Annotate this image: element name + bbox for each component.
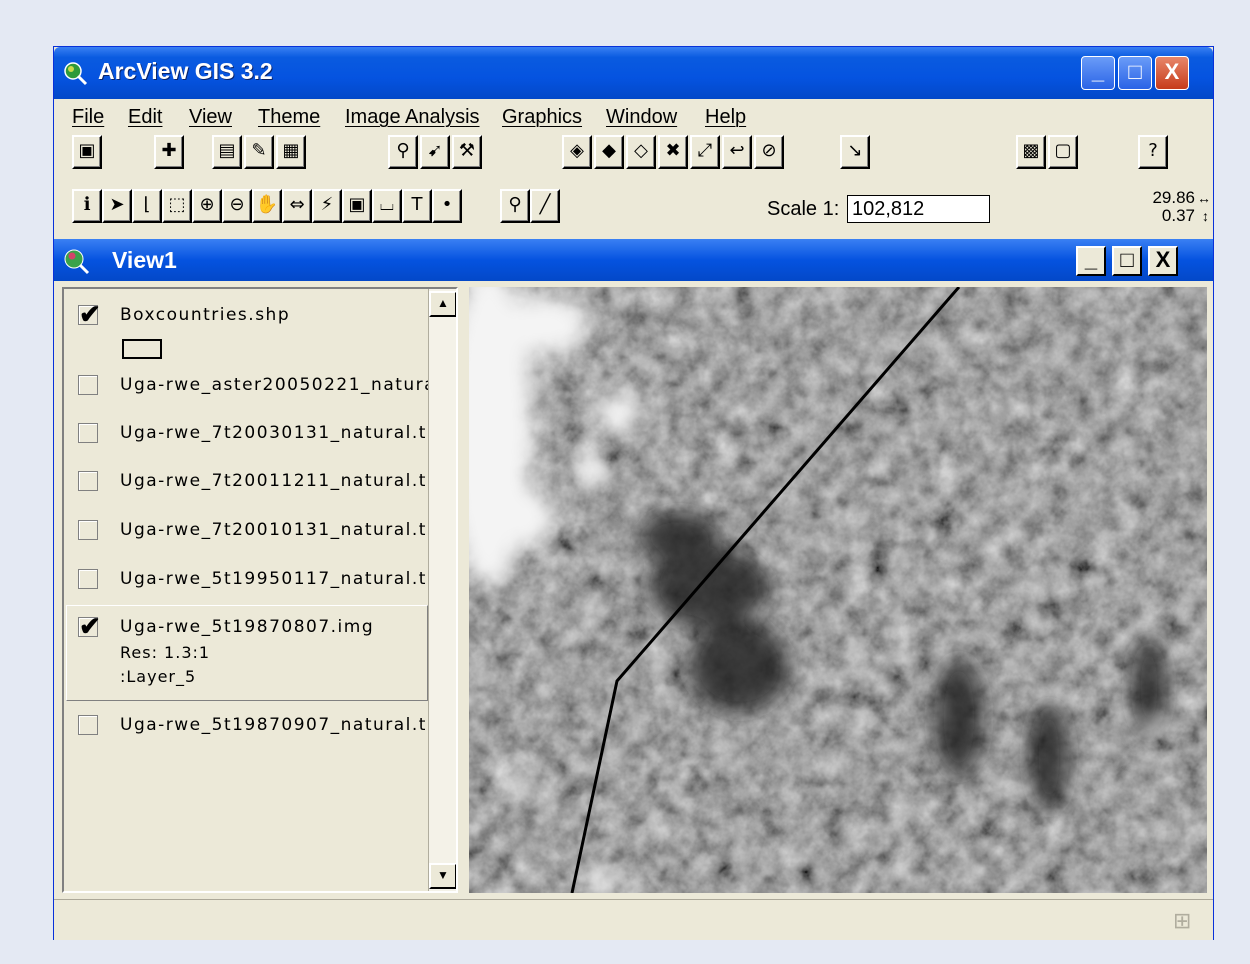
status-bar: ⊞	[54, 899, 1213, 940]
select-features-icon[interactable]: ▩	[1016, 135, 1046, 169]
layer-checkbox[interactable]: ✔	[78, 301, 101, 327]
view-globe-icon	[64, 249, 90, 275]
horizontal-arrow-icon: ↔	[1197, 190, 1211, 206]
help-arrow-icon[interactable]: ↘	[840, 135, 870, 169]
zoom-previous-icon[interactable]: ↩	[722, 135, 752, 169]
draw-point-icon[interactable]: •	[432, 189, 462, 223]
layer-resolution: Res: 1.3:1	[120, 643, 211, 662]
layer-name: Uga-rwe_5t19870907_natural.tif	[120, 715, 441, 735]
layer-name: Uga-rwe_5t19870807.img	[120, 617, 375, 637]
zoom-out-icon[interactable]: ⊖	[222, 189, 252, 223]
zoom-in-fixed-icon[interactable]: ✖	[658, 135, 688, 169]
layer-checkbox[interactable]	[78, 471, 98, 491]
select-graphics-icon[interactable]: ▢	[1048, 135, 1078, 169]
measure-icon[interactable]: ⇔	[282, 189, 312, 223]
layer-name: Uga-rwe_7t20010131_natural.tif	[120, 520, 441, 540]
scroll-down-arrow-icon[interactable]: ▼	[429, 863, 456, 889]
arcview-window: ArcView GIS 3.2 _ □ X File Edit View The…	[53, 46, 1214, 940]
map-display[interactable]	[469, 287, 1207, 893]
vertex-edit-icon[interactable]: ⌊	[132, 189, 162, 223]
x-coordinate: 29.86 ↔	[1152, 188, 1211, 207]
vertical-arrow-icon: ↕	[1202, 208, 1209, 224]
resize-grip-icon[interactable]: ⊞	[1173, 908, 1201, 936]
close-button[interactable]: X	[1155, 56, 1189, 90]
layer-name: Uga-rwe_5t19950117_natural.tif	[120, 569, 441, 589]
layer-checkbox[interactable]	[78, 375, 98, 395]
scale-label: Scale 1:	[767, 198, 840, 220]
pointer-icon[interactable]: ➤	[102, 189, 132, 223]
label-icon[interactable]: ⌴	[372, 189, 402, 223]
menu-theme[interactable]: Theme	[258, 106, 320, 129]
table-of-contents: ✔ Boxcountries.shp Uga-rwe_aster20050221…	[62, 287, 458, 893]
save-icon[interactable]: ▣	[72, 135, 102, 169]
theme-properties-icon[interactable]: ▤	[212, 135, 242, 169]
menu-window[interactable]: Window	[606, 106, 677, 129]
layer-checkbox[interactable]	[78, 520, 98, 540]
zoom-to-full-extent-icon[interactable]: ◈	[562, 135, 592, 169]
menu-image-analysis[interactable]: Image Analysis	[345, 106, 480, 129]
tool-bar: ℹ ➤ ⌊ ⬚ ⊕ ⊖ ✋ ⇔ ⚡ ▣ ⌴ T • ⚲ ╱	[54, 189, 1213, 233]
view-minimize-button[interactable]: _	[1076, 246, 1106, 276]
view-title: View1	[112, 247, 177, 273]
locate-address-icon[interactable]: ➹	[420, 135, 450, 169]
zoom-to-selected-icon[interactable]: ◇	[626, 135, 656, 169]
layer-band: :Layer_5	[120, 667, 197, 686]
layer-name: Uga-rwe_7t20030131_natural.tif	[120, 423, 441, 443]
polygon-legend-symbol	[122, 339, 162, 359]
scale-input[interactable]: 102,812	[847, 195, 990, 223]
text-tool-icon[interactable]: T	[402, 189, 432, 223]
draw-line-icon[interactable]: ╱	[530, 189, 560, 223]
maximize-button[interactable]: □	[1118, 56, 1152, 90]
layer-name: Uga-rwe_aster20050221_natura	[120, 375, 437, 395]
help-icon[interactable]: ?	[1138, 135, 1168, 169]
area-of-interest-icon[interactable]: ▣	[342, 189, 372, 223]
arcview-globe-icon	[64, 62, 88, 86]
menu-file[interactable]: File	[72, 106, 104, 129]
zoom-in-icon[interactable]: ⊕	[192, 189, 222, 223]
button-bar: ▣ ✚ ▤ ✎ ▦ ⚲ ➹ ⚒ ◈ ◆ ◇ ✖ ⤢ ↩ ⊘ ↘ ▩ ▢ ?	[54, 135, 1213, 179]
edit-legend-icon[interactable]: ✎	[244, 135, 274, 169]
layer-checkbox[interactable]	[78, 569, 98, 589]
view-title-bar[interactable]: View1 _ □ X	[54, 239, 1213, 281]
scroll-up-arrow-icon[interactable]: ▲	[429, 291, 456, 317]
view-maximize-button[interactable]: □	[1112, 246, 1142, 276]
hotlink-icon[interactable]: ⚡	[312, 189, 342, 223]
layer-name: Uga-rwe_7t20011211_natural.tif	[120, 471, 441, 491]
layer-checkbox[interactable]	[78, 423, 98, 443]
toc-scrollbar[interactable]: ▲ ▼	[428, 289, 456, 891]
add-theme-icon[interactable]: ✚	[154, 135, 184, 169]
menu-bar: File Edit View Theme Image Analysis Grap…	[54, 99, 1213, 131]
view-close-button[interactable]: X	[1148, 246, 1178, 276]
window-title: ArcView GIS 3.2	[98, 58, 273, 84]
open-theme-table-icon[interactable]: ▦	[276, 135, 306, 169]
query-builder-icon[interactable]: ⚒	[452, 135, 482, 169]
clear-selected-icon[interactable]: ⊘	[754, 135, 784, 169]
window-title-bar[interactable]: ArcView GIS 3.2 _ □ X	[54, 47, 1213, 99]
zoom-to-active-themes-icon[interactable]: ◆	[594, 135, 624, 169]
menu-graphics[interactable]: Graphics	[502, 106, 582, 129]
minimize-button[interactable]: _	[1081, 56, 1115, 90]
menu-help[interactable]: Help	[705, 106, 746, 129]
find-icon[interactable]: ⚲	[388, 135, 418, 169]
menu-view[interactable]: View	[189, 106, 232, 129]
layer-name: Boxcountries.shp	[120, 305, 291, 325]
y-coordinate: 0.37 ↕	[1161, 206, 1209, 225]
menu-edit[interactable]: Edit	[128, 106, 162, 129]
zoom-out-fixed-icon[interactable]: ⤢	[690, 135, 720, 169]
identify-icon[interactable]: ℹ	[72, 189, 102, 223]
pan-hand-icon[interactable]: ✋	[252, 189, 282, 223]
layer-checkbox[interactable]: ✔	[78, 613, 101, 639]
satellite-image	[469, 287, 1207, 893]
layer-checkbox[interactable]	[78, 715, 98, 735]
image-zoom-icon[interactable]: ⚲	[500, 189, 530, 223]
select-feature-icon[interactable]: ⬚	[162, 189, 192, 223]
